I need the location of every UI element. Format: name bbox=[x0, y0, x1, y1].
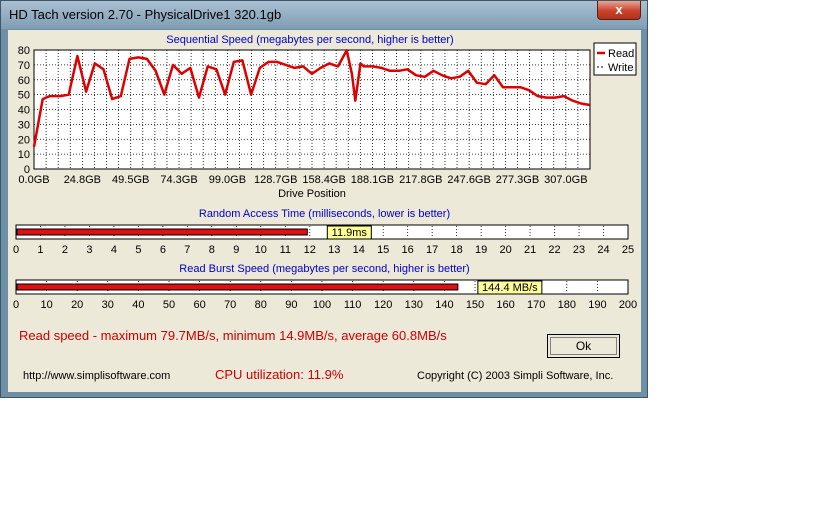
burst-tick-label: 140 bbox=[435, 299, 453, 311]
random-access-tick-label: 25 bbox=[622, 244, 634, 256]
random-access-tick-label: 9 bbox=[233, 244, 239, 256]
y-tick-label: 80 bbox=[18, 45, 30, 57]
random-access-tick-label: 20 bbox=[499, 244, 511, 256]
x-tick-label: 128.7GB bbox=[254, 174, 297, 186]
burst-value-label: 144.4 MB/s bbox=[482, 282, 538, 294]
sequential-panel: Sequential Speed (megabytes per second, … bbox=[10, 32, 639, 202]
random-access-tick-label: 18 bbox=[451, 244, 463, 256]
random-access-tick-label: 7 bbox=[184, 244, 190, 256]
close-button[interactable]: x bbox=[597, 1, 641, 20]
random-access-tick-label: 8 bbox=[209, 244, 215, 256]
cpu-utilization: CPU utilization: 11.9% bbox=[215, 367, 344, 382]
random-access-tick-label: 0 bbox=[13, 244, 19, 256]
x-tick-label: 24.8GB bbox=[64, 174, 101, 186]
burst-tick-label: 50 bbox=[163, 299, 175, 311]
y-tick-label: 70 bbox=[18, 60, 30, 72]
burst-tick-label: 20 bbox=[71, 299, 83, 311]
random-access-tick-label: 1 bbox=[37, 244, 43, 256]
burst-tick-label: 190 bbox=[588, 299, 606, 311]
client-area: Sequential Speed (megabytes per second, … bbox=[8, 30, 641, 392]
y-tick-label: 50 bbox=[18, 90, 30, 102]
random-access-value-label: 11.9ms bbox=[332, 227, 368, 239]
y-tick-label: 10 bbox=[18, 149, 30, 161]
random-access-tick-label: 10 bbox=[255, 244, 267, 256]
legend-write-label: Write bbox=[608, 62, 633, 74]
burst-fill bbox=[16, 283, 459, 291]
random-access-tick-label: 13 bbox=[328, 244, 340, 256]
sequential-chart: 010203040506070800.0GB 24.8GB 49.5GB 74.3GB… bbox=[18, 42, 637, 200]
burst-meter: 144.4 MB/s 0 10 20 30 40 50 60 70 80 90 100 110 120 13… bbox=[13, 279, 637, 311]
ok-button[interactable]: Ok bbox=[547, 334, 620, 358]
burst-tick-label: 170 bbox=[527, 299, 545, 311]
random-access-tick-label: 16 bbox=[402, 244, 414, 256]
ok-button-label: Ok bbox=[550, 337, 617, 355]
burst-tick-label: 110 bbox=[344, 299, 362, 311]
random-access-tick-label: 22 bbox=[548, 244, 560, 256]
burst-tick-label: 0 bbox=[13, 299, 19, 311]
read-speed-summary: Read speed - maximum 79.7MB/s, minimum 1… bbox=[19, 328, 447, 343]
random-access-tick-label: 4 bbox=[111, 244, 117, 256]
random-access-tick-label: 15 bbox=[377, 244, 389, 256]
random-access-tick-label: 12 bbox=[304, 244, 316, 256]
burst-panel: Read Burst Speed (megabytes per second, … bbox=[10, 261, 639, 316]
burst-tick-label: 130 bbox=[405, 299, 423, 311]
burst-tick-label: 90 bbox=[285, 299, 297, 311]
random-access-fill bbox=[16, 228, 308, 236]
burst-tick-label: 70 bbox=[224, 299, 236, 311]
website-link[interactable]: http://www.simplisoftware.com bbox=[23, 370, 170, 382]
burst-tick-label: 10 bbox=[40, 299, 52, 311]
y-tick-label: 60 bbox=[18, 75, 30, 87]
random-access-tick-label: 17 bbox=[426, 244, 438, 256]
x-tick-label: 0.0GB bbox=[18, 174, 49, 186]
burst-tick-label: 80 bbox=[255, 299, 267, 311]
random-access-tick-label: 5 bbox=[135, 244, 141, 256]
y-tick-label: 20 bbox=[18, 134, 30, 146]
random-access-meter: 11.9ms0 1 2 3 4 5 6 7 8 9 10 11 12 13 14 15 16 17 18 19 20 21… bbox=[13, 224, 634, 256]
y-tick-label: 40 bbox=[18, 105, 30, 117]
random-access-tick-label: 6 bbox=[160, 244, 166, 256]
burst-tick-label: 100 bbox=[313, 299, 331, 311]
y-tick-label: 30 bbox=[18, 119, 30, 131]
x-tick-label: 188.1GB bbox=[351, 174, 394, 186]
x-tick-label: 99.0GB bbox=[209, 174, 246, 186]
burst-tick-label: 40 bbox=[132, 299, 144, 311]
random-access-tick-label: 3 bbox=[86, 244, 92, 256]
x-tick-label: 217.8GB bbox=[399, 174, 442, 186]
random-access-tick-label: 23 bbox=[573, 244, 585, 256]
burst-tick-label: 60 bbox=[193, 299, 205, 311]
random-access-tick-label: 11 bbox=[280, 244, 291, 256]
x-tick-label: 247.6GB bbox=[447, 174, 490, 186]
copyright-text: Copyright (C) 2003 Simpli Software, Inc. bbox=[417, 370, 614, 382]
burst-tick-label: 200 bbox=[619, 299, 637, 311]
burst-tick-label: 160 bbox=[496, 299, 514, 311]
random-access-tick-label: 19 bbox=[475, 244, 487, 256]
window-title: HD Tach version 2.70 - PhysicalDrive1 32… bbox=[9, 7, 282, 22]
x-axis-label: Drive Position bbox=[278, 188, 346, 200]
x-tick-label: 158.4GB bbox=[302, 174, 345, 186]
random-access-tick-label: 21 bbox=[524, 244, 536, 256]
random-access-tick-label: 2 bbox=[62, 244, 68, 256]
x-tick-label: 49.5GB bbox=[112, 174, 149, 186]
burst-tick-label: 180 bbox=[558, 299, 576, 311]
x-tick-label: 74.3GB bbox=[160, 174, 197, 186]
title-bar[interactable]: HD Tach version 2.70 - PhysicalDrive1 32… bbox=[1, 1, 647, 29]
plot-area bbox=[33, 49, 591, 170]
random-access-panel: Random Access Time (milliseconds, lower … bbox=[10, 206, 639, 259]
legend-read-label: Read bbox=[608, 48, 634, 60]
burst-tick-label: 120 bbox=[374, 299, 392, 311]
x-tick-label: 307.0GB bbox=[544, 174, 587, 186]
random-access-tick-label: 24 bbox=[597, 244, 609, 256]
burst-tick-label: 30 bbox=[102, 299, 114, 311]
random-access-tick-label: 14 bbox=[353, 244, 365, 256]
hdtach-window: HD Tach version 2.70 - PhysicalDrive1 32… bbox=[0, 0, 648, 398]
x-tick-label: 277.3GB bbox=[496, 174, 539, 186]
burst-tick-label: 150 bbox=[466, 299, 484, 311]
